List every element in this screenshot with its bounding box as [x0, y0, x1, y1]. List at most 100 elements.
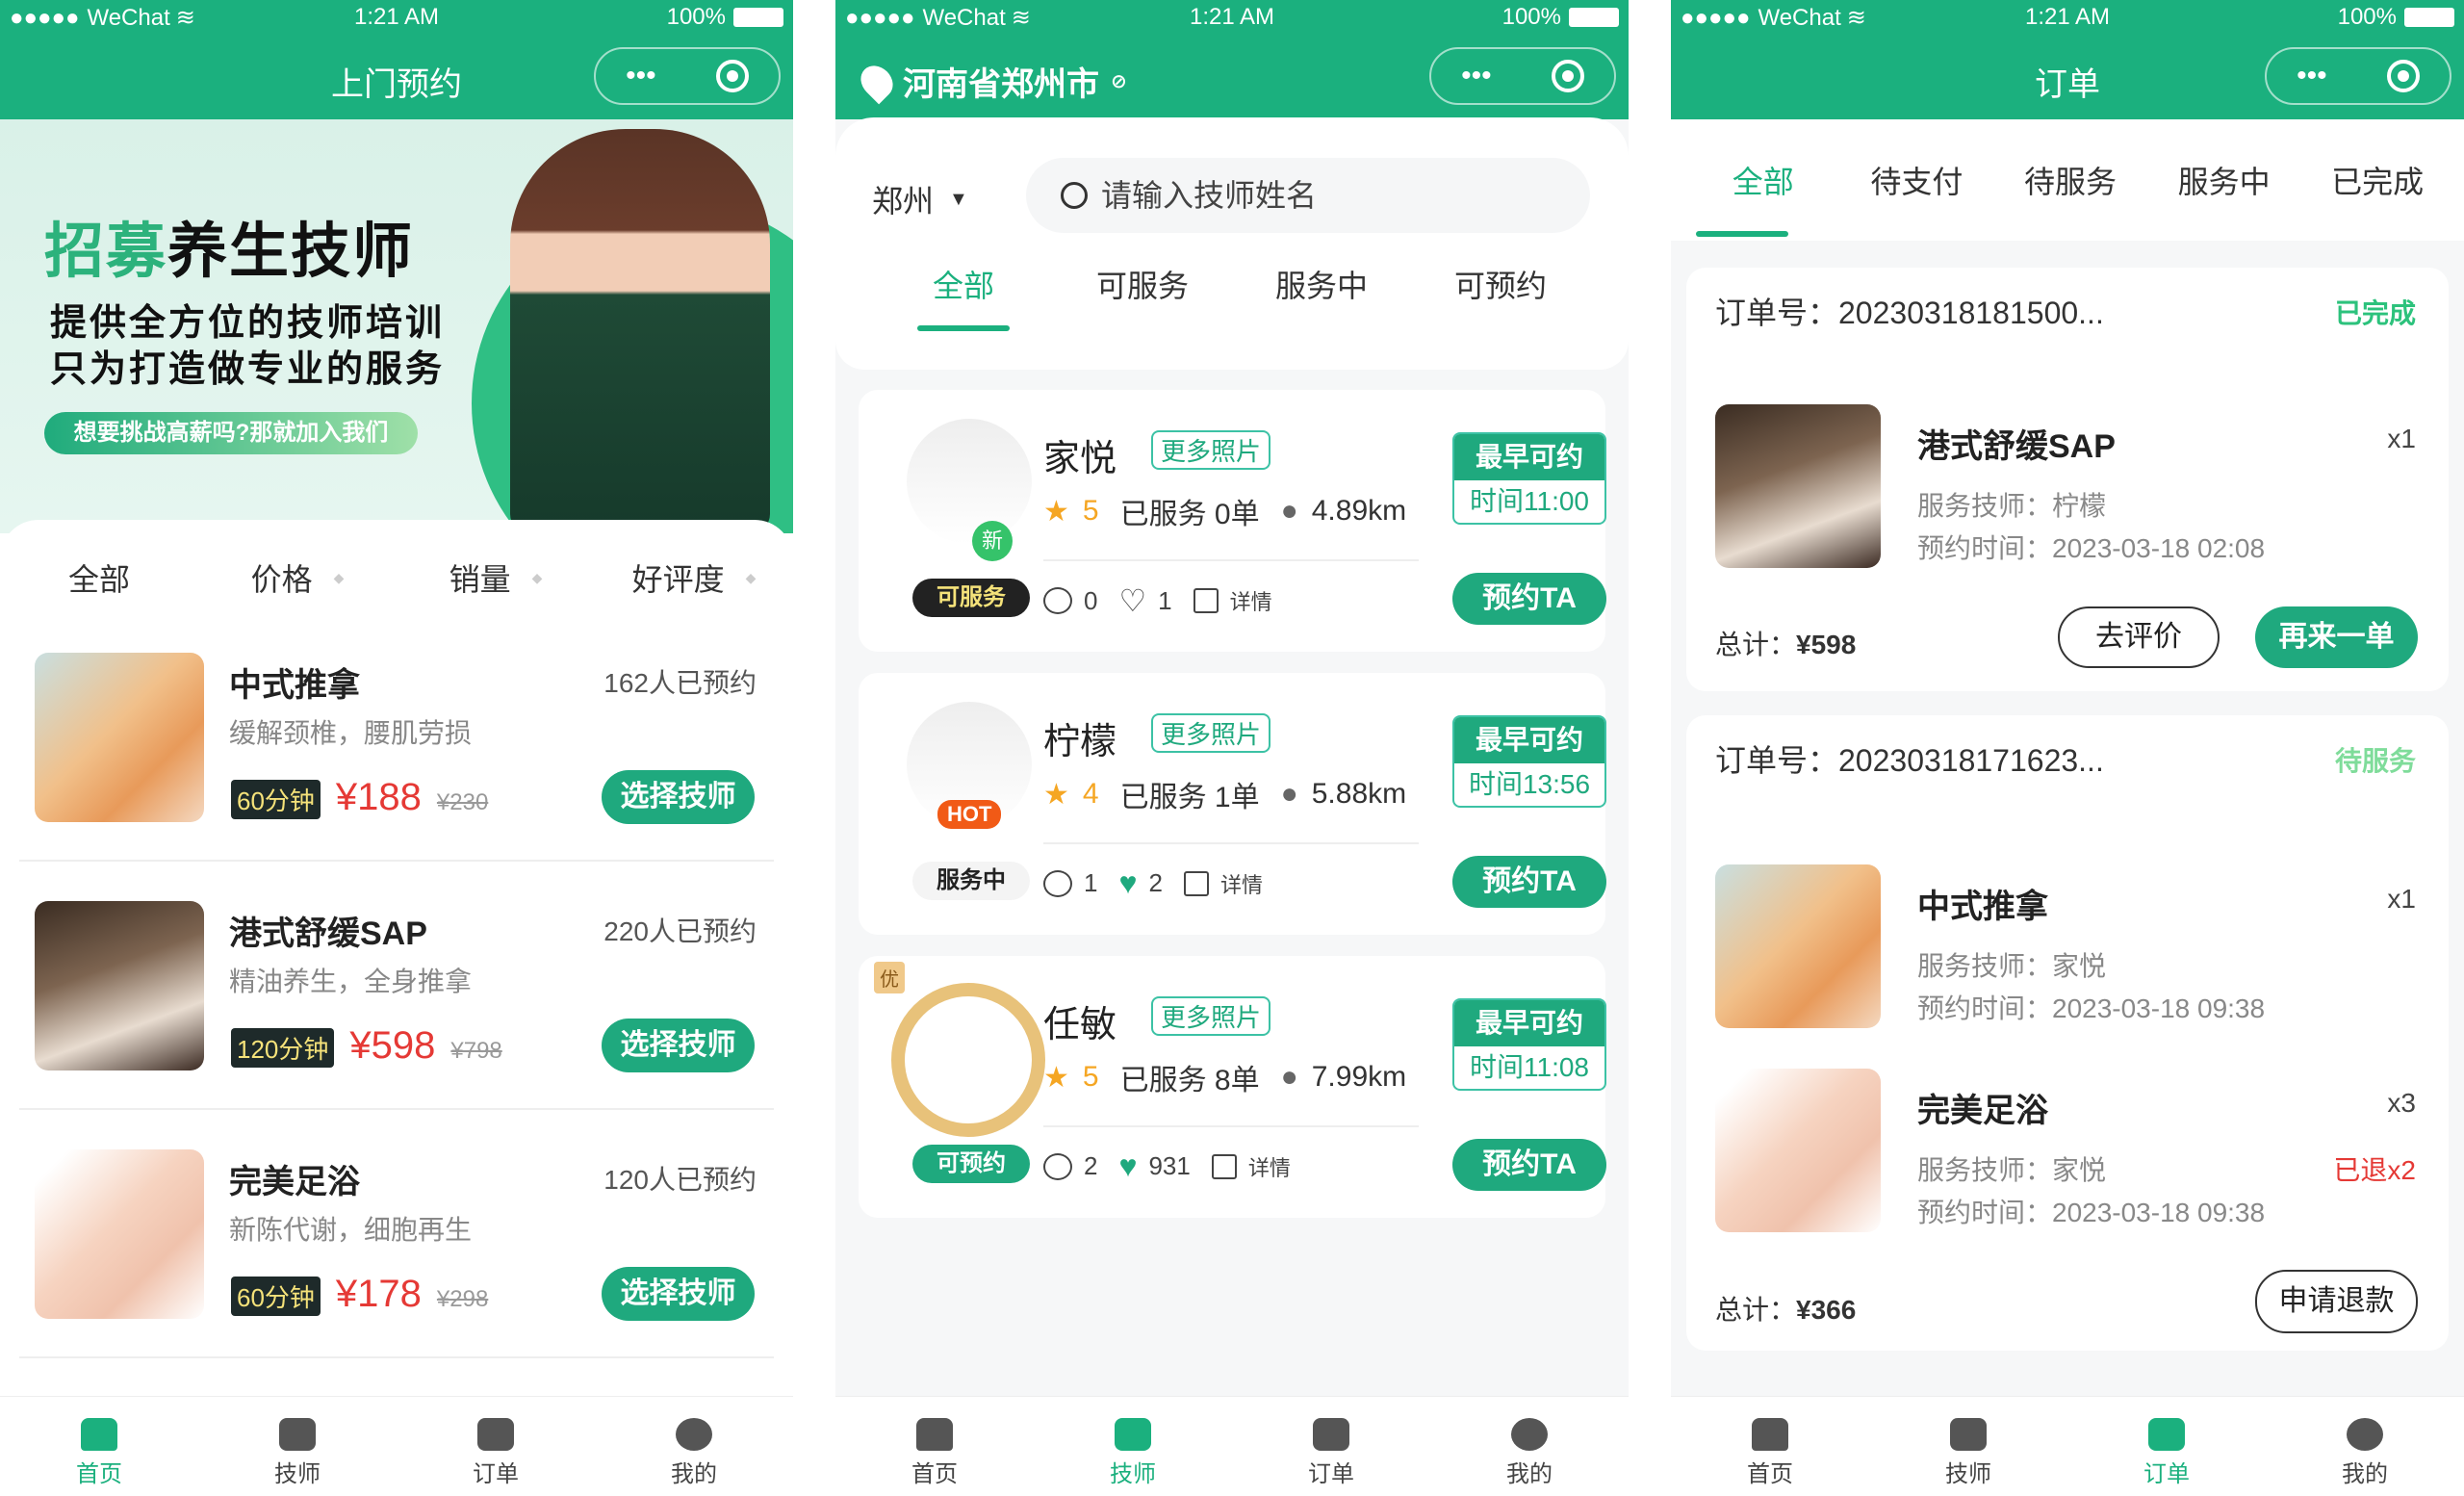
order-tab-3[interactable]: 服务中: [2147, 158, 2301, 241]
heart-icon: [1115, 1418, 1151, 1451]
calendar-icon: [1313, 1418, 1349, 1451]
city-dropdown[interactable]: 郑州 ▼: [872, 177, 968, 221]
order-card: 订单号：20230318171623... 待服务 中式推拿 x1 服务技师：家悦 预约时…: [1686, 715, 2449, 1351]
earliest-available-box: 最早可约 时间11:00: [1452, 432, 1606, 525]
order-tab-4[interactable]: 已完成: [2300, 158, 2454, 241]
earliest-time: 时间13:56: [1468, 769, 1591, 799]
order-tab-2[interactable]: 待服务: [1993, 158, 2147, 241]
new-badge: 新: [972, 521, 1013, 561]
detail-link[interactable]: 详情: [1230, 585, 1272, 616]
avatar[interactable]: [907, 419, 1032, 544]
more-photos-button[interactable]: 更多照片: [1151, 430, 1271, 470]
more-icon[interactable]: •••: [626, 60, 656, 92]
duration-badge: 60分钟: [231, 780, 321, 819]
tab-calendar[interactable]: 订单: [2067, 1397, 2266, 1496]
tab-0[interactable]: 全部: [874, 262, 1053, 331]
select-technician-button[interactable]: 选择技师: [602, 770, 755, 824]
location-label: 河南省郑州市: [903, 66, 1099, 103]
home-icon: [81, 1418, 117, 1451]
divider: [1043, 559, 1419, 561]
sort-1[interactable]: 价格 ◆: [198, 520, 397, 626]
sort-2[interactable]: 销量 ◆: [397, 520, 595, 626]
more-photos-button[interactable]: 更多照片: [1151, 713, 1271, 753]
heart-icon[interactable]: ♡: [1118, 582, 1146, 619]
sort-label: 好评度: [631, 562, 725, 597]
select-technician-button[interactable]: 选择技师: [602, 1267, 755, 1321]
comment-icon[interactable]: [1043, 587, 1072, 614]
tab-label: 技师: [1945, 1461, 1991, 1487]
price-row: 60分钟 ¥188 ¥230: [231, 776, 488, 819]
detail-link[interactable]: 详情: [1220, 868, 1263, 899]
reorder-button[interactable]: 再来一单: [2255, 606, 2418, 668]
close-target-icon[interactable]: [2386, 60, 2420, 92]
sort-3[interactable]: 好评度 ◆: [595, 520, 793, 626]
search-input-placeholder[interactable]: 请输入技师姓名: [1101, 158, 1317, 233]
tab-home[interactable]: 首页: [0, 1397, 198, 1496]
tab-user[interactable]: 我的: [1430, 1397, 1629, 1496]
service-name: 完美足浴: [229, 1164, 360, 1200]
tab-calendar[interactable]: 订单: [397, 1397, 595, 1496]
tab-label: 订单: [473, 1461, 519, 1487]
close-target-icon[interactable]: [1551, 60, 1584, 92]
close-target-icon[interactable]: [715, 60, 749, 92]
tab-label: 首页: [76, 1461, 122, 1487]
rating: 5: [1082, 495, 1099, 527]
tab-home[interactable]: 首页: [1671, 1397, 1869, 1496]
location-selector[interactable]: 河南省郑州市 ⊘: [854, 58, 1127, 105]
status-badge: 服务中: [912, 862, 1030, 900]
heart-icon[interactable]: ♥: [1118, 865, 1137, 901]
more-icon[interactable]: •••: [2297, 60, 2327, 92]
more-photos-button[interactable]: 更多照片: [1151, 996, 1271, 1036]
tab-heart[interactable]: 技师: [1034, 1397, 1232, 1496]
comment-icon[interactable]: [1043, 1152, 1072, 1180]
sort-label: 价格: [250, 562, 313, 597]
total-amount: ¥366: [1796, 1295, 1857, 1325]
book-button[interactable]: 预约TA: [1452, 1139, 1606, 1191]
book-button[interactable]: 预约TA: [1452, 856, 1606, 908]
actions-row: 1 ♥ 2 详情: [1043, 865, 1263, 901]
tab-home[interactable]: 首页: [835, 1397, 1034, 1496]
book-button[interactable]: 预约TA: [1452, 573, 1606, 625]
order-tab-0[interactable]: 全部: [1686, 158, 1840, 241]
detail-link[interactable]: 详情: [1248, 1151, 1291, 1182]
tab-user[interactable]: 我的: [2266, 1397, 2464, 1496]
search-box[interactable]: 请输入技师姓名: [1026, 158, 1590, 233]
service-desc: 缓解颈椎，腰肌劳损: [229, 718, 473, 748]
sort-label: 销量: [449, 562, 511, 597]
refund-button[interactable]: 申请退款: [2255, 1270, 2418, 1333]
original-price: ¥230: [436, 789, 489, 815]
tab-user[interactable]: 我的: [595, 1397, 793, 1496]
city-label: 郑州: [872, 184, 935, 219]
order-number: 订单号：20230318171623...: [1715, 743, 2104, 778]
tab-heart[interactable]: 技师: [1869, 1397, 2067, 1496]
hot-badge: HOT: [937, 800, 1002, 829]
sort-bar: 全部 价格 ◆ 销量 ◆ 好评度 ◆: [0, 520, 793, 626]
order-tab-1[interactable]: 待支付: [1840, 158, 1994, 241]
comment-icon[interactable]: [1043, 869, 1072, 897]
headline-green: 招募: [44, 219, 168, 285]
tab-2[interactable]: 服务中: [1232, 262, 1411, 331]
tab-heart[interactable]: 技师: [198, 1397, 397, 1496]
review-button[interactable]: 去评价: [2058, 606, 2220, 668]
actions-row: 0 ♡ 1 详情: [1043, 582, 1272, 619]
heart-icon[interactable]: ♥: [1118, 1148, 1137, 1184]
sort-0[interactable]: 全部: [0, 520, 198, 626]
bottom-tabbar: 首页 技师 订单 我的: [1671, 1396, 2464, 1496]
total-label: 总计：: [1715, 1295, 1797, 1325]
duration-badge: 60分钟: [231, 1277, 321, 1316]
order-item-technician: 服务技师：家悦: [1917, 951, 2107, 981]
recruit-banner[interactable]: 招募养生技师 提供全方位的技师培训 只为打造做专业的服务 想要挑战高薪吗?那就加入我们: [0, 119, 793, 533]
tab-calendar[interactable]: 订单: [1232, 1397, 1430, 1496]
order-item-image: [1715, 1069, 1881, 1232]
service-item: 港式舒缓SAP 220人已预约 精油养生，全身推拿 120分钟 ¥598 ¥798 选择技师: [0, 901, 793, 1094]
tab-1[interactable]: 可服务: [1053, 262, 1232, 331]
order-item-qty: x1: [2387, 884, 2416, 914]
banner-cta[interactable]: 想要挑战高薪吗?那就加入我们: [44, 412, 418, 454]
tab-3[interactable]: 可预约: [1411, 262, 1590, 331]
technician-name: 任敏: [1043, 1005, 1117, 1045]
select-technician-button[interactable]: 选择技师: [602, 1019, 755, 1072]
actions-row: 2 ♥ 931 详情: [1043, 1148, 1291, 1184]
more-icon[interactable]: •••: [1461, 60, 1492, 92]
earliest-label: 最早可约: [1454, 717, 1604, 763]
earliest-time: 时间11:00: [1470, 486, 1589, 516]
